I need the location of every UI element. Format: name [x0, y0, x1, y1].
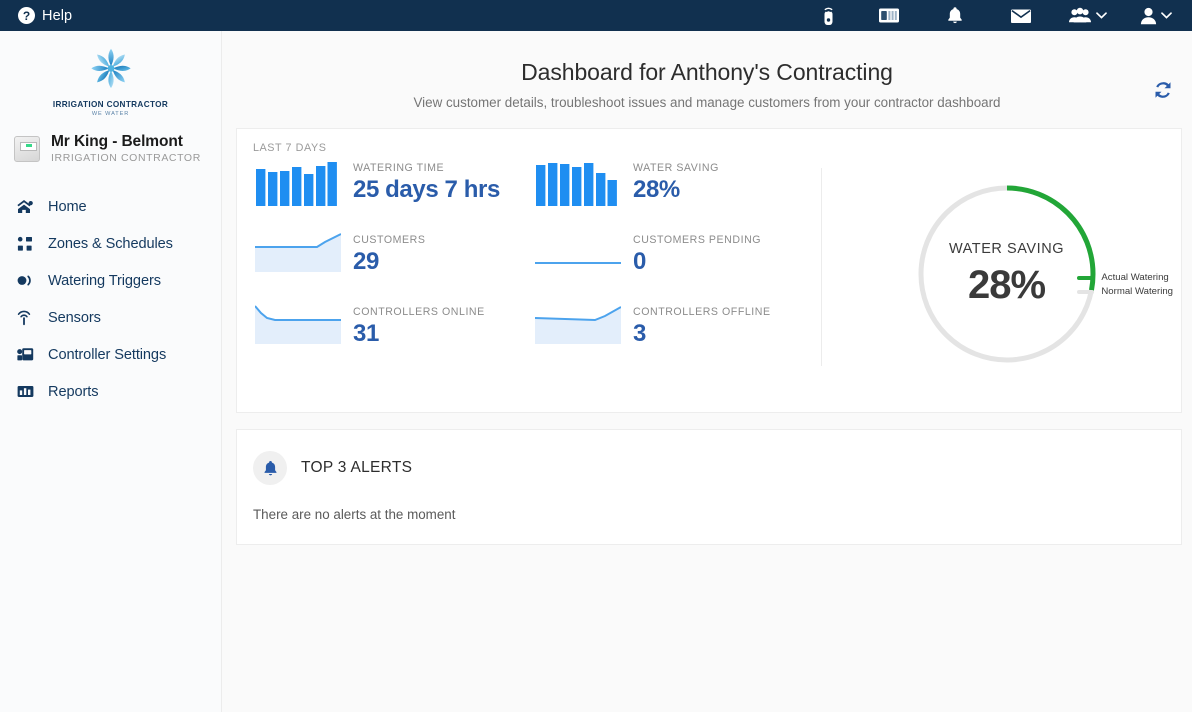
watering-time-bar-chart [255, 160, 340, 208]
page-header: Dashboard for Anthony's Contracting View… [222, 31, 1192, 128]
water-saving-bar-chart [535, 160, 620, 208]
refresh-icon[interactable] [1148, 75, 1178, 105]
legend-item: Actual Watering [1077, 272, 1173, 283]
logo-name: IRRIGATION CONTRACTOR [52, 100, 169, 109]
avatar [14, 135, 40, 162]
gauge-value: 28% [967, 262, 1046, 307]
controllers-online-area-chart [255, 304, 341, 352]
stat-controllers-online: CONTROLLERS ONLINE 31 [243, 304, 523, 376]
alerts-header: TOP 3 ALERTS [237, 430, 1181, 485]
topbar-icon-group [800, 0, 1192, 31]
stat-watering-time: WATERING TIME 25 days 7 hrs [243, 160, 523, 232]
customers-pending-line-chart [535, 232, 621, 280]
logo-tagline: WE WATER [91, 111, 130, 117]
sidebar-item-watering-triggers[interactable]: Watering Triggers [0, 262, 221, 299]
sidebar-item-label: Sensors [48, 309, 101, 326]
sidebar-item-label: Watering Triggers [48, 272, 161, 289]
top-navigation-bar: ? Help [0, 0, 1192, 31]
brand-logo[interactable]: IRRIGATION CONTRACTOR WE WATER [0, 31, 221, 117]
stat-value: 28% [633, 176, 680, 203]
stats-caption: LAST 7 DAYS [253, 142, 327, 154]
help-label: Help [42, 7, 73, 24]
sidebar-item-label: Home [48, 198, 87, 215]
page-subtitle: View customer details, troubleshoot issu… [413, 95, 1001, 110]
alerts-title: TOP 3 ALERTS [301, 459, 413, 476]
account-menu-icon[interactable] [1120, 0, 1192, 31]
chevron-down-icon [1161, 12, 1172, 19]
controller-settings-icon [17, 347, 39, 362]
sidebar-item-zones-schedules[interactable]: Zones & Schedules [0, 225, 221, 262]
sidebar-item-sensors[interactable]: Sensors [0, 299, 221, 336]
water-saving-gauge-area: WATER SAVING 28% Actual Watering Normal … [822, 154, 1181, 394]
controllers-offline-area-chart [535, 304, 621, 352]
sidebar-item-label: Controller Settings [48, 346, 167, 363]
stat-controllers-offline: CONTROLLERS OFFLINE 3 [523, 304, 803, 376]
legend-swatch-actual [1077, 275, 1095, 280]
sidebar: IRRIGATION CONTRACTOR WE WATER Mr King -… [0, 31, 222, 712]
stat-label: WATERING TIME [353, 162, 445, 174]
gauge-legend: Actual Watering Normal Watering [1077, 272, 1173, 300]
help-icon: ? [18, 7, 35, 24]
profile-role: IRRIGATION CONTRACTOR [51, 152, 201, 164]
profile-name: Mr King - Belmont [51, 133, 183, 150]
user-profile[interactable]: Mr King - Belmont IRRIGATION CONTRACTOR [14, 133, 221, 164]
stat-value: 0 [633, 248, 646, 275]
stats-left-column: WATERING TIME 25 days 7 hrs CUSTOMERS 29 [243, 154, 523, 394]
legend-item: Normal Watering [1077, 286, 1173, 297]
sensor-icon [17, 310, 39, 326]
customers-area-chart [255, 232, 341, 280]
zones-icon [17, 236, 39, 252]
sidebar-item-label: Reports [48, 383, 99, 400]
chevron-down-icon [1095, 12, 1107, 19]
controller-icon[interactable] [856, 0, 922, 31]
stat-customers: CUSTOMERS 29 [243, 232, 523, 304]
legend-swatch-normal [1077, 289, 1095, 294]
reports-icon [17, 385, 39, 398]
stats-card: LAST 7 DAYS WATERING TIME 25 days 7 hrs … [236, 128, 1182, 413]
stat-label: CUSTOMERS [353, 234, 426, 246]
bell-icon [253, 451, 287, 485]
home-icon [17, 199, 39, 214]
sidebar-item-controller-settings[interactable]: Controller Settings [0, 336, 221, 373]
stat-water-saving: WATER SAVING 28% [523, 160, 803, 232]
gauge-label: WATER SAVING [948, 240, 1065, 257]
sensor-icon[interactable] [800, 0, 856, 31]
stat-label: CONTROLLERS OFFLINE [633, 306, 771, 318]
stat-value: 3 [633, 320, 646, 347]
alerts-empty-text: There are no alerts at the moment [253, 507, 456, 522]
stat-label: CUSTOMERS PENDING [633, 234, 762, 246]
stats-right-column: WATER SAVING 28% CUSTOMERS PENDING 0 CON… [523, 154, 803, 394]
page-title: Dashboard for Anthony's Contracting [521, 59, 893, 85]
legend-label: Normal Watering [1101, 286, 1173, 297]
help-button[interactable]: ? Help [18, 7, 72, 24]
sidebar-item-home[interactable]: Home [0, 188, 221, 225]
water-saving-donut-chart: WATER SAVING 28% [914, 181, 1100, 367]
stat-label: WATER SAVING [633, 162, 719, 174]
stat-customers-pending: CUSTOMERS PENDING 0 [523, 232, 803, 304]
alerts-card: TOP 3 ALERTS There are no alerts at the … [236, 429, 1182, 545]
stat-value: 25 days 7 hrs [353, 176, 500, 203]
stat-value: 29 [353, 248, 379, 275]
main-content: Dashboard for Anthony's Contracting View… [222, 31, 1192, 712]
sidebar-item-reports[interactable]: Reports [0, 373, 221, 410]
stat-label: CONTROLLERS ONLINE [353, 306, 485, 318]
stat-value: 31 [353, 320, 379, 347]
users-menu-icon[interactable] [1054, 0, 1120, 31]
sidebar-item-label: Zones & Schedules [48, 235, 173, 252]
legend-label: Actual Watering [1101, 272, 1169, 283]
triggers-icon [17, 275, 39, 286]
messages-icon[interactable] [988, 0, 1054, 31]
water-flower-logo-icon [90, 48, 131, 89]
notifications-icon[interactable] [922, 0, 988, 31]
sidebar-nav: Home Zones & Schedules Watering Triggers… [0, 188, 221, 410]
